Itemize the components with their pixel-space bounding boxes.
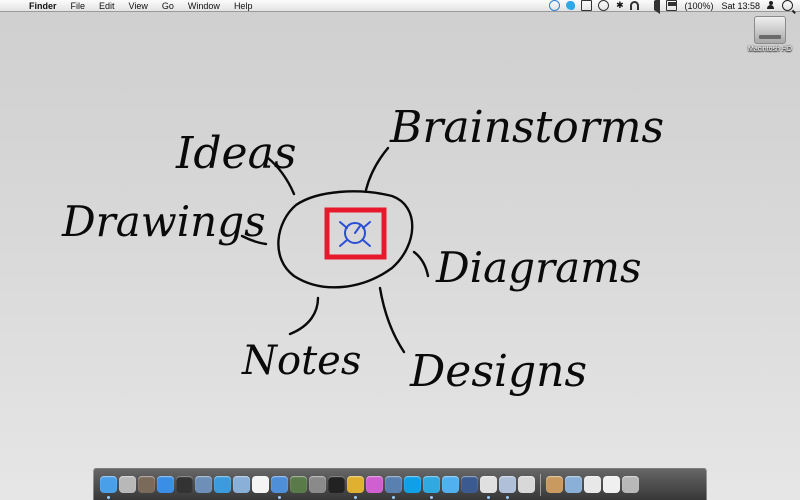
chrome-icon[interactable] (347, 476, 364, 499)
trash-icon[interactable] (622, 476, 639, 493)
brainstorms-connector (364, 146, 390, 192)
grapher-icon[interactable] (518, 476, 535, 493)
text-file-icon[interactable] (603, 476, 620, 493)
app-logo-icon (339, 221, 371, 247)
reminders-icon[interactable] (480, 476, 497, 499)
terminal-icon[interactable] (328, 476, 345, 493)
mind-map-sketch: Ideas Brainstorms Drawings Diagrams Note… (61, 102, 664, 397)
iphoto-icon[interactable] (290, 476, 307, 493)
notes-connector (288, 296, 320, 336)
diagrams-connector (412, 250, 430, 278)
launchpad-icon[interactable] (119, 476, 136, 493)
mail-icon[interactable] (233, 476, 250, 493)
downloads-stack-icon[interactable] (584, 476, 601, 493)
applications-stack-icon[interactable] (546, 476, 563, 493)
word-notes: Notes (241, 338, 361, 384)
central-loop (277, 190, 414, 289)
xcode-icon[interactable] (385, 476, 402, 499)
word-brainstorms: Brainstorms (389, 102, 664, 153)
word-ideas: Ideas (175, 128, 296, 179)
word-designs: Designs (409, 346, 587, 397)
calendar-icon[interactable] (252, 476, 269, 493)
compass-app-icon[interactable] (499, 476, 516, 499)
flower-app-icon[interactable] (366, 476, 383, 493)
word-diagrams: Diagrams (435, 243, 642, 292)
dock (93, 468, 707, 500)
quicktime-icon[interactable] (461, 476, 478, 493)
word-drawings: Drawings (61, 197, 266, 246)
icloud-icon[interactable] (442, 476, 459, 493)
app-store-icon[interactable] (157, 476, 174, 493)
safari-icon[interactable] (214, 476, 231, 493)
preferences-icon[interactable] (309, 476, 326, 493)
mission-control-icon[interactable] (138, 476, 155, 493)
itunes-icon[interactable] (271, 476, 288, 499)
documents-stack-icon[interactable] (565, 476, 582, 493)
designs-connector (378, 286, 406, 354)
twitter-icon[interactable] (423, 476, 440, 499)
dock-separator (540, 473, 541, 496)
finder-icon[interactable] (100, 476, 117, 499)
preview-icon[interactable] (195, 476, 212, 493)
dashboard-icon[interactable] (176, 476, 193, 493)
skype-icon[interactable] (404, 476, 421, 493)
